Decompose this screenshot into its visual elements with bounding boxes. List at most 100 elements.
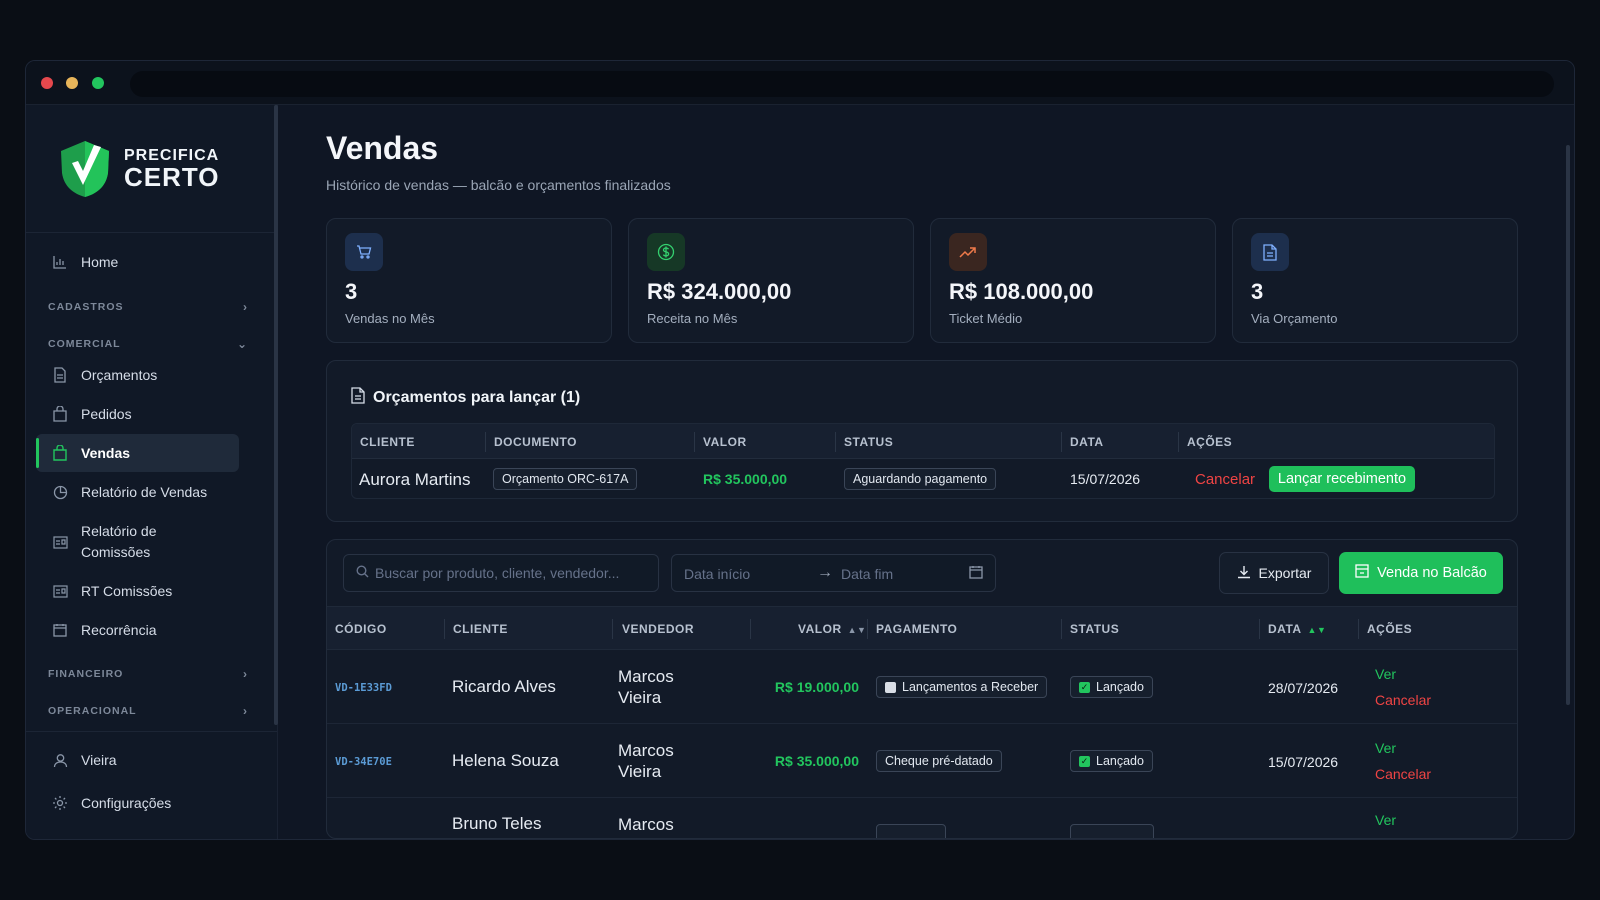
section-operacional[interactable]: OPERACIONAL ›	[48, 701, 248, 721]
address-bar[interactable]	[130, 71, 1554, 97]
id-card-icon	[51, 582, 69, 600]
value-cell: R$ 35.000,00	[774, 753, 859, 769]
launch-receipt-button[interactable]: Lançar recebimento	[1269, 466, 1415, 492]
sidebar-item-user[interactable]: Vieira	[36, 741, 239, 779]
stat-label: Ticket Médio	[949, 311, 1023, 326]
counter-sale-button[interactable]: Venda no Balcão	[1339, 552, 1503, 594]
sidebar-item-relatorio-vendas[interactable]: Relatório de Vendas	[36, 473, 239, 511]
payment-chip: Cheque pré-datado	[876, 750, 1002, 772]
cart-icon	[345, 233, 383, 271]
sidebar-item-label-wrap: Relatório de Comissões	[81, 521, 157, 563]
table-header: CLIENTE DOCUMENTO VALOR STATUS DATA AÇÕE…	[352, 424, 1494, 459]
section-financeiro[interactable]: FINANCEIRO ›	[48, 664, 248, 684]
pending-title-text: Orçamentos para lançar (1)	[373, 389, 581, 406]
status-label: Lançado	[1096, 680, 1144, 694]
column-header: AÇÕES	[1367, 622, 1413, 636]
sidebar-item-recorrencia[interactable]: Recorrência	[36, 611, 239, 649]
sidebar-item-home[interactable]: Home	[36, 243, 239, 281]
view-button[interactable]: Ver	[1375, 666, 1396, 682]
gear-icon	[51, 794, 69, 812]
close-window-button[interactable]	[41, 77, 53, 89]
cancel-quote-button[interactable]: Cancelar	[1195, 471, 1255, 488]
maximize-window-button[interactable]	[92, 77, 104, 89]
column-divider	[867, 619, 868, 639]
column-divider	[612, 619, 613, 639]
sales-table-header: CÓDIGO CLIENTE VENDEDOR VALOR ▲▼ PAGAMENT…	[327, 606, 1517, 650]
column-divider	[1178, 432, 1179, 452]
client-name: Ricardo Alves	[452, 677, 556, 696]
stat-card-sales: 3 Vendas no Mês	[326, 218, 612, 343]
title-bar	[26, 61, 1574, 105]
date-cell: 15/07/2026	[1070, 471, 1141, 487]
brand-logo[interactable]: PRECIFICA CERTO	[56, 137, 220, 201]
sidebar-item-pedidos[interactable]: Pedidos	[36, 395, 239, 433]
sidebar-item-label: RT Comissões	[81, 583, 173, 599]
cancel-button[interactable]: Cancelar	[1375, 692, 1431, 708]
sales-panel: Buscar por produto, cliente, vendedor...…	[326, 539, 1518, 839]
view-button[interactable]: Ver	[1375, 740, 1396, 756]
column-header: AÇÕES	[1187, 435, 1233, 449]
column-divider	[1061, 619, 1062, 639]
logo-shield-icon	[61, 141, 109, 197]
trending-up-icon	[949, 233, 987, 271]
download-icon	[1237, 565, 1251, 582]
table-row[interactable]: VD-1E33FD Ricardo Alves Marcos Vieira R$ …	[327, 650, 1517, 724]
date-range-picker[interactable]: Data início → Data fim	[671, 554, 996, 592]
store-icon	[1355, 564, 1369, 582]
payment-chip	[876, 824, 946, 838]
cancel-button[interactable]: Cancelar	[1375, 766, 1431, 782]
clipboard-icon	[885, 681, 896, 693]
sidebar-item-relatorio-comissoes[interactable]: Relatório de Comissões	[36, 517, 239, 567]
table-row[interactable]: Bruno Teles Marcos Ver	[327, 798, 1517, 838]
sidebar-item-vendas[interactable]: Vendas	[36, 434, 239, 472]
column-header-valor[interactable]: VALOR ▲▼	[798, 622, 866, 636]
date-end-input[interactable]: Data fim	[841, 566, 893, 582]
seller-name: Marcos Vieira	[618, 666, 674, 708]
document-chip[interactable]: Orçamento ORC-617A	[493, 468, 638, 490]
payment-chip: Lançamentos a Receber	[876, 676, 1048, 698]
stat-card-revenue: R$ 324.000,00 Receita no Mês	[628, 218, 914, 343]
pie-chart-icon	[51, 483, 69, 501]
column-header: VALOR	[798, 622, 842, 636]
column-divider	[1061, 432, 1062, 452]
column-header: CLIENTE	[453, 622, 508, 636]
sidebar-item-rt-comissoes[interactable]: RT Comissões	[36, 572, 239, 610]
view-button[interactable]: Ver	[1375, 812, 1396, 828]
seller-name: Marcos	[618, 815, 674, 834]
main-scrollbar[interactable]	[1566, 145, 1570, 705]
export-button[interactable]: Exportar	[1219, 552, 1329, 594]
column-divider	[694, 432, 695, 452]
status-badge	[1070, 824, 1154, 838]
sidebar-item-settings[interactable]: Configurações	[36, 784, 239, 822]
column-divider	[1259, 619, 1260, 639]
column-header-data[interactable]: DATA ▲▼	[1268, 622, 1326, 636]
search-icon	[356, 565, 369, 581]
arrow-right-icon: →	[817, 564, 833, 581]
sidebar-item-label: Vendas	[81, 445, 131, 461]
sidebar-item-label: Relatório de	[81, 523, 157, 539]
sidebar-item-orcamentos[interactable]: Orçamentos	[36, 356, 239, 394]
calendar-icon[interactable]	[969, 565, 983, 582]
search-placeholder: Buscar por produto, cliente, vendedor...	[375, 565, 620, 581]
sidebar-item-label: Home	[81, 254, 119, 270]
chevron-down-icon: ⌄	[236, 337, 248, 351]
pending-title: Orçamentos para lançar (1)	[351, 387, 580, 409]
id-card-icon	[51, 533, 69, 551]
seller-first: Marcos	[618, 667, 674, 686]
sale-code-link[interactable]: VD-1E33FD	[335, 682, 392, 694]
section-comercial[interactable]: COMERCIAL ⌄	[48, 334, 248, 354]
table-row[interactable]: VD-34E70E Helena Souza Marcos Vieira R$ 3…	[327, 724, 1517, 798]
section-cadastros[interactable]: CADASTROS ›	[48, 297, 248, 317]
search-input[interactable]: Buscar por produto, cliente, vendedor...	[343, 554, 659, 592]
column-header: STATUS	[844, 435, 894, 449]
column-divider	[485, 432, 486, 452]
chevron-right-icon: ›	[243, 300, 248, 314]
stat-value: 3	[1251, 279, 1264, 304]
sale-code-link[interactable]: VD-34E70E	[335, 756, 392, 768]
column-divider	[750, 619, 751, 639]
counter-sale-label: Venda no Balcão	[1377, 565, 1487, 581]
column-header: STATUS	[1070, 622, 1120, 636]
minimize-window-button[interactable]	[66, 77, 78, 89]
date-start-input[interactable]: Data início	[684, 566, 750, 582]
app-window: PRECIFICA CERTO Home CADASTROS › COMERCI…	[25, 60, 1575, 840]
